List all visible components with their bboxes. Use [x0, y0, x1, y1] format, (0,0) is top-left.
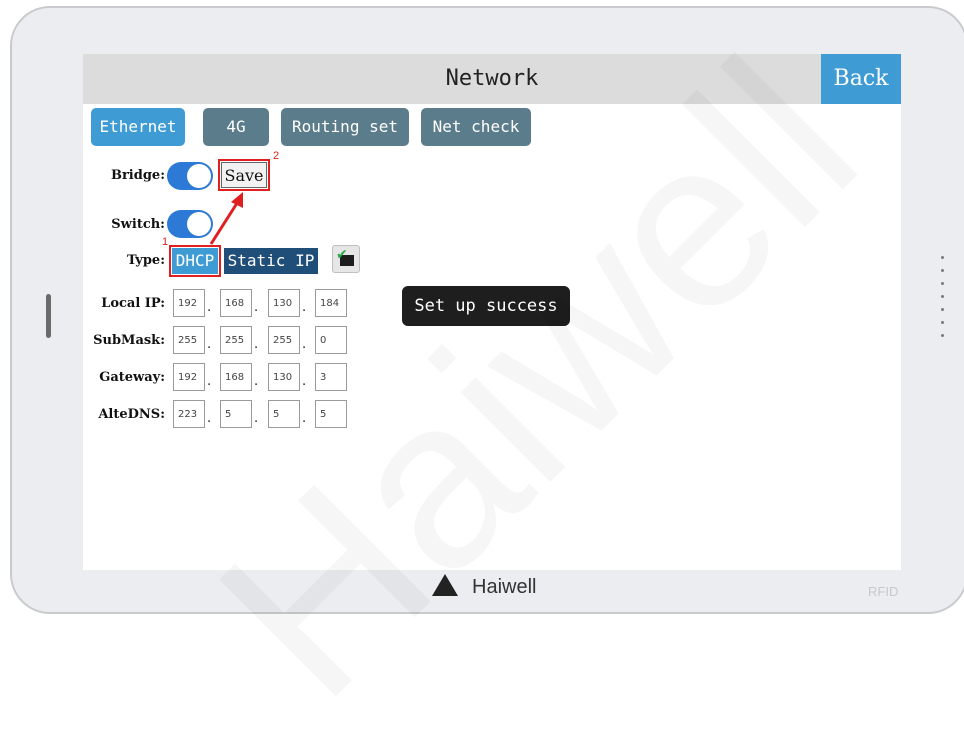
octet-separator: .	[207, 374, 212, 389]
tab-net-check[interactable]: Net check	[421, 108, 531, 146]
submask-octet-3[interactable]: 255	[268, 326, 300, 354]
gateway-octet-2[interactable]: 168	[220, 363, 252, 391]
back-button[interactable]: Back	[821, 54, 901, 104]
gateway-octet-1[interactable]: 192	[173, 363, 205, 391]
local-ip-label: Local IP:	[101, 296, 165, 311]
local-ip-octet-3[interactable]: 130	[268, 289, 300, 317]
gateway-octet-4[interactable]: 3	[315, 363, 347, 391]
brand-name: Haiwell	[472, 576, 537, 598]
octet-separator: .	[207, 411, 212, 426]
annotation-box-save	[218, 159, 270, 191]
altedns-octet-1[interactable]: 223	[173, 400, 205, 428]
octet-separator: .	[254, 411, 259, 426]
octet-separator: .	[254, 337, 259, 352]
network-check-icon[interactable]: ✔	[332, 245, 360, 273]
local-ip-octet-2[interactable]: 168	[220, 289, 252, 317]
octet-separator: .	[302, 374, 307, 389]
bridge-label: Bridge:	[110, 168, 165, 183]
switch-label: Switch:	[111, 217, 165, 232]
submask-octet-1[interactable]: 255	[173, 326, 205, 354]
octet-separator: .	[254, 300, 259, 315]
altedns-octet-2[interactable]: 5	[220, 400, 252, 428]
screen: Network Back Ethernet 4G Routing set Net…	[83, 54, 901, 570]
annotation-step-2: 2	[273, 150, 280, 162]
altedns-octet-3[interactable]: 5	[268, 400, 300, 428]
submask-octet-2[interactable]: 255	[220, 326, 252, 354]
octet-separator: .	[302, 337, 307, 352]
side-button	[46, 294, 51, 338]
page-title: Network	[445, 66, 539, 91]
gateway-octet-3[interactable]: 130	[268, 363, 300, 391]
static-ip-button[interactable]: Static IP	[224, 248, 318, 274]
brand-area: Haiwell	[420, 570, 560, 610]
annotation-box-dhcp	[169, 245, 221, 277]
submask-label: SubMask:	[93, 333, 165, 348]
header-bar: Network Back	[83, 54, 901, 104]
submask-octet-4[interactable]: 0	[315, 326, 347, 354]
octet-separator: .	[207, 337, 212, 352]
octet-separator: .	[302, 411, 307, 426]
annotation-step-1: 1	[162, 236, 169, 248]
octet-separator: .	[207, 300, 212, 315]
switch-toggle[interactable]	[167, 210, 213, 238]
toast-message: Set up success	[402, 286, 570, 326]
sensor-dots	[941, 256, 947, 347]
local-ip-octet-4[interactable]: 184	[315, 289, 347, 317]
altedns-octet-4[interactable]: 5	[315, 400, 347, 428]
tab-ethernet[interactable]: Ethernet	[91, 108, 185, 146]
octet-separator: .	[254, 374, 259, 389]
type-label: Type:	[127, 253, 165, 268]
rfid-label: RFID	[868, 584, 899, 599]
tab-4g[interactable]: 4G	[203, 108, 269, 146]
local-ip-octet-1[interactable]: 192	[173, 289, 205, 317]
gateway-label: Gateway:	[99, 370, 165, 385]
octet-separator: .	[302, 300, 307, 315]
tab-routing-set[interactable]: Routing set	[281, 108, 409, 146]
haiwell-logo-icon	[432, 574, 458, 596]
altedns-label: AlteDNS:	[98, 407, 165, 422]
bridge-toggle[interactable]	[167, 162, 213, 190]
